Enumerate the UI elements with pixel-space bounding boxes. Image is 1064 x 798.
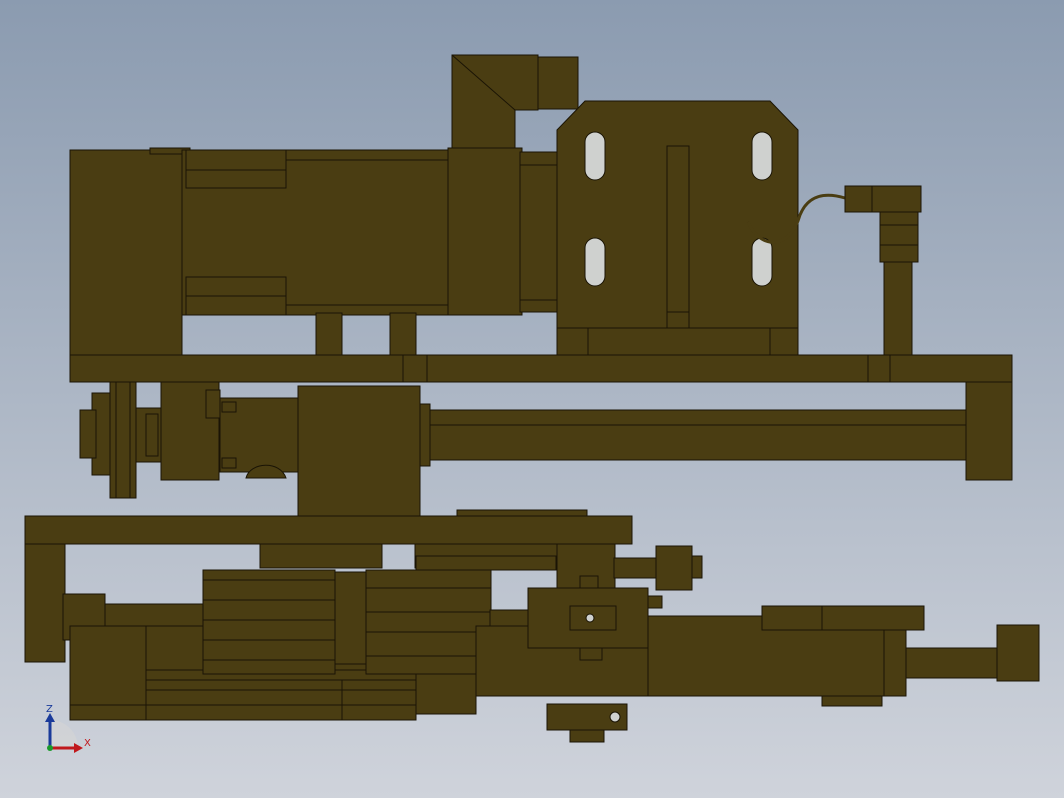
slot-hole: [751, 131, 773, 181]
motor-end-cap: [69, 149, 183, 356]
cable-connector: [844, 185, 922, 213]
pulley: [109, 381, 137, 499]
upper-motor-assembly: [69, 54, 922, 356]
slot-hole: [584, 237, 606, 287]
slot-hole: [584, 131, 606, 181]
piston-rod: [905, 647, 999, 679]
carriage-block: [297, 385, 421, 517]
cad-viewport[interactable]: Z X: [0, 0, 1064, 798]
lower-beam: [24, 515, 633, 545]
rail-beam: [69, 354, 1013, 383]
screw-shaft-assembly: [79, 381, 967, 517]
lower-motor-body: [202, 569, 336, 675]
z-axis-label: Z: [46, 704, 53, 715]
triad-shading: [50, 720, 78, 748]
lower-motor-front: [365, 569, 492, 675]
rod-end: [996, 624, 1040, 682]
ball-screw-shaft: [429, 409, 967, 461]
slot-hole: [751, 237, 773, 287]
x-axis-label: X: [84, 738, 91, 749]
motor-front-housing: [447, 147, 523, 316]
shaft-nut: [79, 409, 97, 459]
cylinder-assembly: [527, 543, 1040, 743]
elbow-connector: [451, 54, 539, 149]
